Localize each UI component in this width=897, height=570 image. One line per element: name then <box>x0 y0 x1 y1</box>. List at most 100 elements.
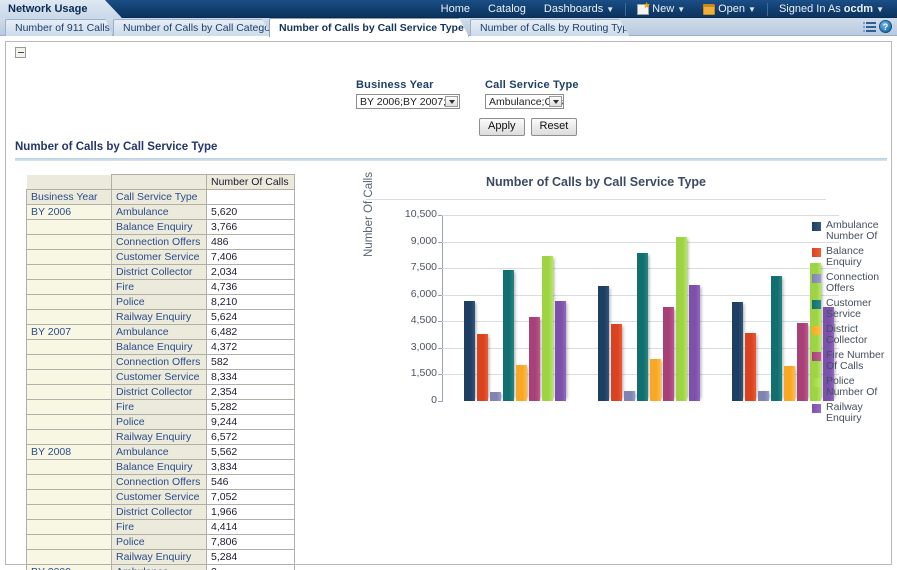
chevron-down-icon[interactable] <box>549 96 562 107</box>
chart-legend-item[interactable]: Police Number Of Calls <box>812 376 897 398</box>
chart-y-tick-mark <box>438 242 442 243</box>
cell-call-service-type[interactable]: Ambulance <box>112 445 207 460</box>
chart-bar[interactable] <box>503 270 514 401</box>
chart-legend-item[interactable]: Ambulance Number Of Calls <box>812 220 897 242</box>
cell-call-service-type[interactable]: Fire <box>112 280 207 295</box>
cell-business-year[interactable]: BY 2009 <box>27 565 112 570</box>
cell-business-year[interactable]: BY 2006 <box>27 205 112 220</box>
cell-call-service-type[interactable]: Railway Enquiry <box>112 550 207 565</box>
cell-call-service-type[interactable]: Balance Enquiry <box>112 460 207 475</box>
cell-call-service-type[interactable]: Ambulance <box>112 205 207 220</box>
chart-bar[interactable] <box>758 391 769 401</box>
cell-call-service-type[interactable]: Fire <box>112 400 207 415</box>
chart-legend-item[interactable]: Connection Offers Number Of Calls <box>812 272 897 294</box>
chart-bar[interactable] <box>542 256 553 401</box>
column-header-call-service-type[interactable]: Call Service Type <box>112 190 207 205</box>
new-page-icon <box>637 4 649 15</box>
page-options-icon[interactable] <box>863 21 876 33</box>
cell-call-service-type[interactable]: District Collector <box>112 505 207 520</box>
chart-bar[interactable] <box>663 307 674 401</box>
chart-bar[interactable] <box>637 253 648 401</box>
column-header-number-of-calls[interactable]: Number Of Calls <box>207 175 295 190</box>
app-title-tab[interactable]: Network Usage <box>0 0 122 18</box>
cell-call-service-type[interactable]: District Collector <box>112 385 207 400</box>
cell-call-service-type[interactable]: Railway Enquiry <box>112 430 207 445</box>
cell-call-service-type[interactable]: Customer Service <box>112 250 207 265</box>
cell-call-service-type[interactable]: Balance Enquiry <box>112 340 207 355</box>
nav-divider <box>625 3 626 16</box>
table-row: District Collector2,354 <box>27 385 295 400</box>
column-header-business-year[interactable]: Business Year <box>27 190 112 205</box>
cell-call-service-type[interactable]: Balance Enquiry <box>112 220 207 235</box>
chart-bar[interactable] <box>624 391 635 401</box>
nav-open-label: Open <box>718 0 745 18</box>
cell-number-of-calls: 8,210 <box>207 295 295 310</box>
cell-call-service-type[interactable]: Connection Offers <box>112 475 207 490</box>
chart-legend-item[interactable]: Customer Service Number Of Calls <box>812 298 897 320</box>
chart-legend-item[interactable]: Fire Number Of Calls <box>812 350 897 372</box>
nav-catalog[interactable]: Catalog <box>479 0 535 18</box>
nav-new[interactable]: New ▼ <box>628 0 694 18</box>
chart-legend-label: Customer Service Number Of Calls <box>826 298 892 320</box>
tab-number-of-911-calls[interactable]: Number of 911 Calls <box>5 19 113 36</box>
chart-bar[interactable] <box>464 301 475 401</box>
chart-legend-item[interactable]: District Collector Number Of Calls <box>812 324 897 346</box>
chart-bar[interactable] <box>477 334 488 401</box>
cell-business-year-blank <box>27 370 112 385</box>
chart-bar-fill <box>784 366 795 401</box>
chart-bar[interactable] <box>611 324 622 401</box>
reset-button[interactable]: Reset <box>531 118 578 136</box>
chart-legend-item[interactable]: Railway Enquiry Number Of Calls <box>812 402 897 424</box>
chart-bar[interactable] <box>529 317 540 401</box>
cell-call-service-type[interactable]: Police <box>112 535 207 550</box>
chart-bar[interactable] <box>745 333 756 401</box>
nav-home[interactable]: Home <box>432 0 479 18</box>
chart-bar-fill <box>464 301 475 401</box>
help-icon[interactable]: ? <box>879 20 892 33</box>
table-row: Connection Offers486 <box>27 235 295 250</box>
chart-bar[interactable] <box>490 392 501 401</box>
chevron-down-icon[interactable] <box>445 96 458 107</box>
cell-call-service-type[interactable]: Ambulance <box>112 565 207 570</box>
chart-bar[interactable] <box>676 237 687 401</box>
cell-call-service-type[interactable]: Customer Service <box>112 490 207 505</box>
apply-button[interactable]: Apply <box>479 118 525 136</box>
chart-bar-fill <box>503 270 514 401</box>
cell-call-service-type[interactable]: Customer Service <box>112 370 207 385</box>
chart-bar[interactable] <box>598 286 609 401</box>
chart-bar[interactable] <box>771 276 782 401</box>
nav-open[interactable]: Open ▼ <box>694 0 765 18</box>
collapse-section-icon[interactable] <box>15 47 26 58</box>
table-row: District Collector2,034 <box>27 265 295 280</box>
cell-call-service-type[interactable]: District Collector <box>112 265 207 280</box>
nav-dashboards[interactable]: Dashboards ▼ <box>535 0 623 18</box>
cell-call-service-type[interactable]: Fire <box>112 520 207 535</box>
business-year-select[interactable]: BY 2006;BY 2007;B <box>356 94 460 109</box>
cell-call-service-type[interactable]: Police <box>112 415 207 430</box>
chart-bar[interactable] <box>784 366 795 401</box>
chart-legend-item[interactable]: Balance Enquiry Number Of Calls <box>812 246 897 268</box>
chart-bar[interactable] <box>555 301 566 401</box>
signed-in-as-label: Signed In As <box>779 0 841 18</box>
cell-business-year[interactable]: BY 2007 <box>27 325 112 340</box>
chart-bar[interactable] <box>689 285 700 401</box>
cell-call-service-type[interactable]: Railway Enquiry <box>112 310 207 325</box>
chart-bar[interactable] <box>650 359 661 401</box>
cell-call-service-type[interactable]: Connection Offers <box>112 355 207 370</box>
call-service-type-select[interactable]: Ambulance;Cus <box>485 94 564 109</box>
tab-number-of-calls-by-call-service-type[interactable]: Number of Calls by Call Service Type <box>269 18 469 37</box>
nav-signed-in-as[interactable]: Signed In As ocdm ▼ <box>770 0 893 18</box>
cell-business-year[interactable]: BY 2008 <box>27 445 112 460</box>
chart-bar[interactable] <box>797 323 808 401</box>
chart-y-tick-label: 6,000 <box>379 288 437 300</box>
tab-number-of-calls-by-call-category[interactable]: Number of Calls by Call Category <box>113 19 273 36</box>
chart-legend-label: Fire Number Of Calls <box>826 350 892 372</box>
chart-bar[interactable] <box>732 302 743 401</box>
cell-call-service-type[interactable]: Ambulance <box>112 325 207 340</box>
chart-bar-fill <box>529 317 540 401</box>
table-head: Number Of Calls Business Year Call Servi… <box>27 175 295 205</box>
cell-call-service-type[interactable]: Police <box>112 295 207 310</box>
tab-number-of-calls-by-routing-type[interactable]: Number of Calls by Routing Type <box>470 19 630 36</box>
cell-call-service-type[interactable]: Connection Offers <box>112 235 207 250</box>
chart-bar[interactable] <box>516 365 527 401</box>
